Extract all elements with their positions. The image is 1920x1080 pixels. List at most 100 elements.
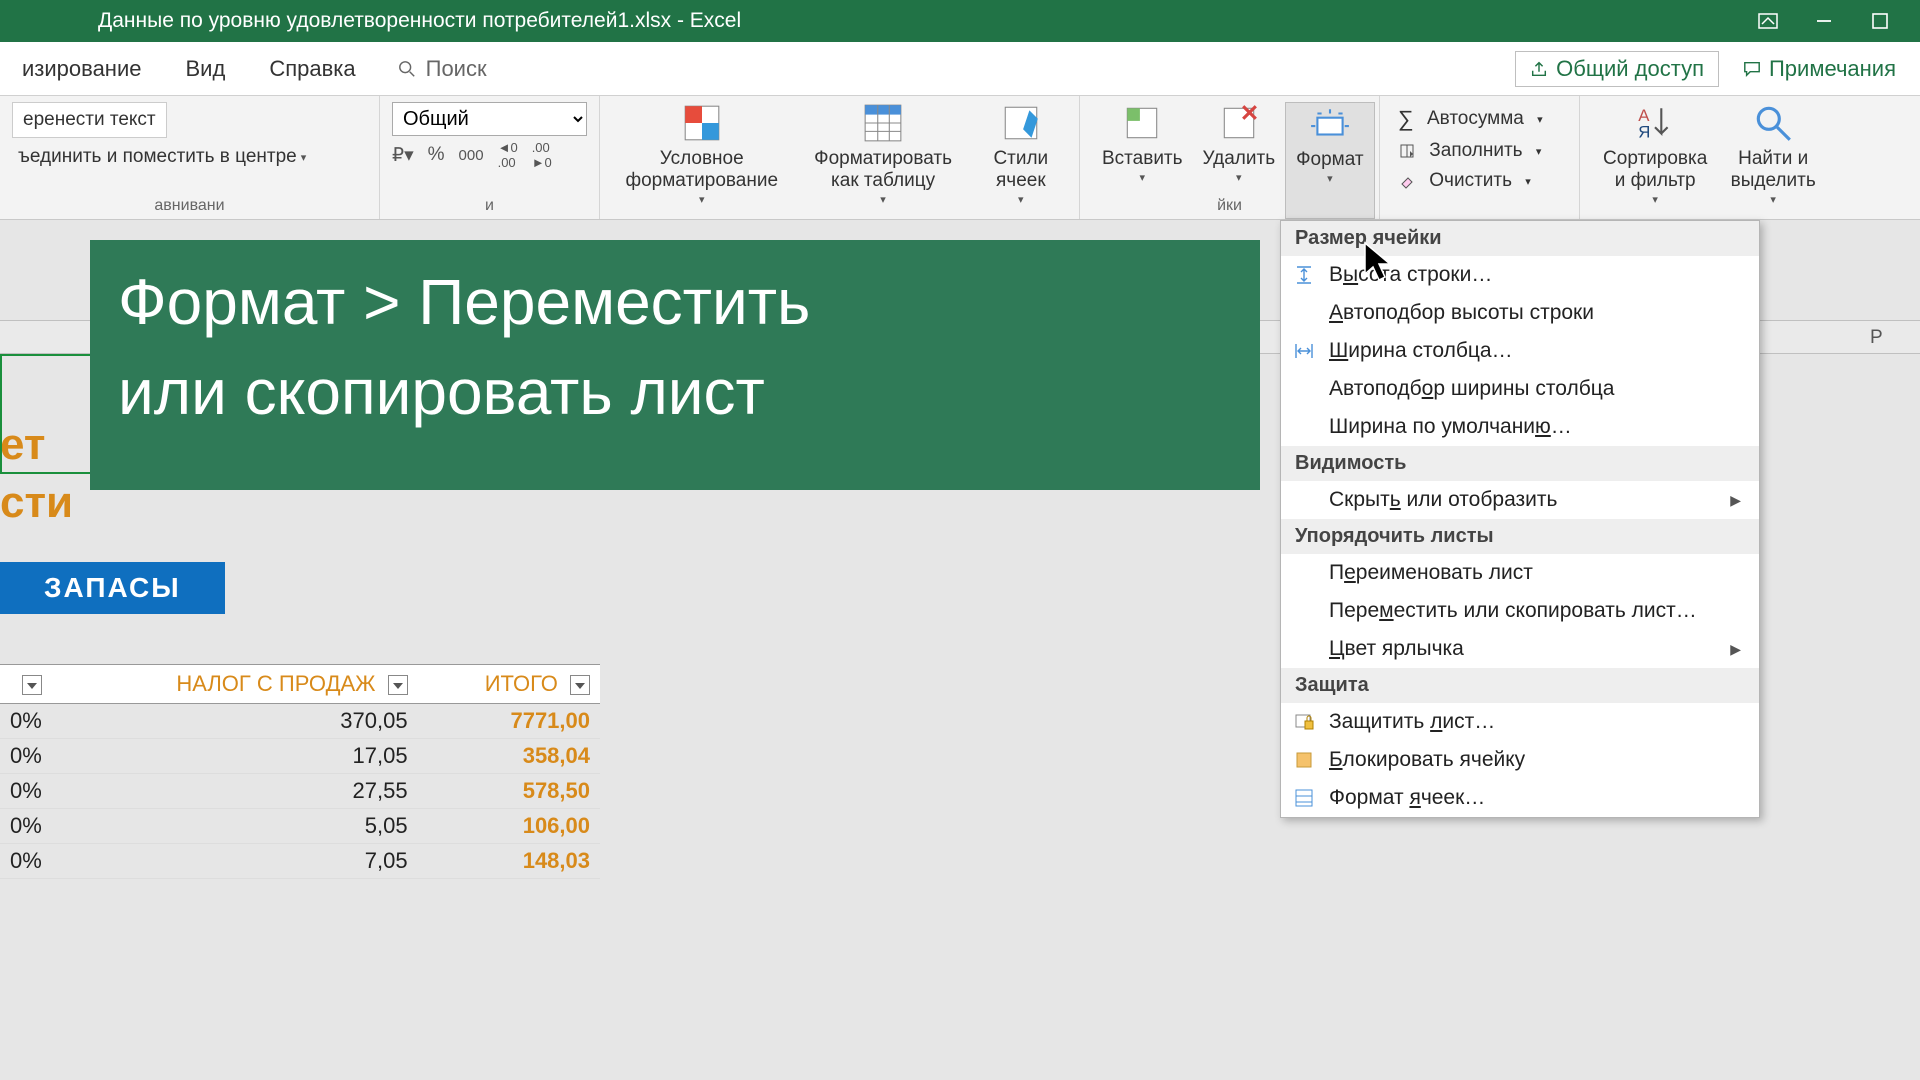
cell-styles-icon: [1000, 102, 1042, 144]
format-cells-icon: [1293, 787, 1315, 809]
menu-move-copy-sheet[interactable]: Переместить или скопировать лист…: [1281, 592, 1759, 630]
cell-tax[interactable]: 17,05: [52, 739, 418, 774]
group-label-cells: йки: [1080, 197, 1379, 215]
filter-icon[interactable]: [388, 675, 408, 695]
section-protect: Защита: [1281, 668, 1759, 703]
menu-col-width[interactable]: Ширина столбца…: [1281, 332, 1759, 370]
maximize-icon[interactable]: [1852, 0, 1908, 42]
group-styles: Условное форматирование▾ Форматировать к…: [600, 96, 1080, 219]
fill-button[interactable]: Заполнить ▾: [1392, 136, 1567, 166]
col-header-p[interactable]: P: [1870, 327, 1883, 349]
cell-styles-button[interactable]: Стили ячеек▾: [975, 102, 1067, 206]
wrap-text-button[interactable]: еренести текст: [12, 102, 167, 138]
mouse-cursor-icon: [1362, 240, 1396, 284]
sort-filter-button[interactable]: АЯ Сортировка и фильтр▾: [1592, 102, 1718, 219]
window-title: Данные по уровню удовлетворенности потре…: [98, 9, 741, 33]
cell-total[interactable]: 106,00: [418, 809, 600, 844]
group-cells: Вставить▾ Удалить▾ Формат▾ йки: [1080, 96, 1380, 219]
clear-button[interactable]: Очистить ▾: [1392, 166, 1567, 196]
find-icon: [1752, 102, 1794, 144]
cell-total[interactable]: 148,03: [418, 844, 600, 879]
table-row[interactable]: 0%17,05358,04: [0, 739, 600, 774]
group-alignment: еренести текст ъединить и поместить в це…: [0, 96, 380, 219]
cell-pct[interactable]: 0%: [0, 774, 52, 809]
cell-total[interactable]: 578,50: [418, 774, 600, 809]
cell-pct[interactable]: 0%: [0, 739, 52, 774]
menu-hide-unhide[interactable]: Скрыть или отобразить▶: [1281, 481, 1759, 519]
cell-pct[interactable]: 0%: [0, 704, 52, 739]
col-width-icon: [1293, 340, 1315, 362]
find-select-button[interactable]: Найти и выделить▾: [1718, 102, 1828, 219]
ribbon-options-icon[interactable]: [1740, 0, 1796, 42]
menu-rename-sheet[interactable]: Переименовать лист: [1281, 554, 1759, 592]
tab-visualization[interactable]: изирование: [0, 56, 164, 82]
lock-icon: [1293, 749, 1315, 771]
titlebar: Данные по уровню удовлетворенности потре…: [0, 0, 1920, 42]
menu-format-cells[interactable]: Формат ячеек…: [1281, 779, 1759, 817]
conditional-formatting-button[interactable]: Условное форматирование▾: [612, 102, 792, 206]
eraser-icon: [1398, 172, 1416, 190]
group-number: Общий ₽▾ % 000 ◄0.00 .00►0 и: [380, 96, 600, 219]
share-icon: [1530, 60, 1548, 78]
cell-total[interactable]: 7771,00: [418, 704, 600, 739]
cell-pct[interactable]: 0%: [0, 809, 52, 844]
comment-icon: [1743, 60, 1761, 78]
menu-tab-color[interactable]: Цвет ярлычка▶: [1281, 630, 1759, 668]
format-icon: [1309, 103, 1351, 145]
menu-autofit-row[interactable]: Автоподбор высоты строки: [1281, 294, 1759, 332]
cell-tax[interactable]: 5,05: [52, 809, 418, 844]
section-organize: Упорядочить листы: [1281, 519, 1759, 554]
cell-total[interactable]: 358,04: [418, 739, 600, 774]
menu-autofit-col[interactable]: Автоподбор ширины столбца: [1281, 370, 1759, 408]
section-cell-size: Размер ячейки: [1281, 221, 1759, 256]
currency-icon[interactable]: ₽▾: [392, 144, 414, 167]
cell-pct[interactable]: 0%: [0, 844, 52, 879]
search-placeholder: Поиск: [426, 56, 487, 82]
table-row[interactable]: 0%27,55578,50: [0, 774, 600, 809]
menu-row-height[interactable]: Высота строки…: [1281, 256, 1759, 294]
format-dropdown: Размер ячейки Высота строки… Автоподбор …: [1280, 220, 1760, 818]
cell-tax[interactable]: 7,05: [52, 844, 418, 879]
minimize-icon[interactable]: [1796, 0, 1852, 42]
col-tax[interactable]: НАЛОГ С ПРОДАЖ: [52, 665, 418, 704]
group-label-alignment: авнивани: [0, 197, 379, 215]
row-height-icon: [1293, 264, 1315, 286]
menu-protect-sheet[interactable]: Защитить лист…: [1281, 703, 1759, 741]
menu-default-width[interactable]: Ширина по умолчанию…: [1281, 408, 1759, 446]
cell-tax[interactable]: 370,05: [52, 704, 418, 739]
delete-icon: [1218, 102, 1260, 144]
group-sort-find: АЯ Сортировка и фильтр▾ Найти и выделить…: [1580, 96, 1840, 219]
filter-icon[interactable]: [22, 675, 42, 695]
increase-decimal-icon[interactable]: .00►0: [532, 140, 552, 170]
percent-icon[interactable]: %: [428, 144, 445, 166]
col-total[interactable]: ИТОГО: [418, 665, 600, 704]
table-row[interactable]: 0%7,05148,03: [0, 844, 600, 879]
table-row[interactable]: 0%370,057771,00: [0, 704, 600, 739]
comments-button[interactable]: Примечания: [1729, 52, 1910, 86]
thousands-icon[interactable]: 000: [459, 147, 484, 164]
table-row[interactable]: 0%5,05106,00: [0, 809, 600, 844]
autosum-button[interactable]: ∑ Автосумма ▾: [1392, 102, 1567, 136]
search-box[interactable]: Поиск: [378, 56, 507, 82]
table-icon: [862, 102, 904, 144]
cell-tax[interactable]: 27,55: [52, 774, 418, 809]
menu-lock-cell[interactable]: Блокировать ячейку: [1281, 741, 1759, 779]
ribbon: еренести текст ъединить и поместить в це…: [0, 96, 1920, 220]
cond-format-icon: [681, 102, 723, 144]
zapasy-chip[interactable]: ЗАПАСЫ: [0, 562, 225, 614]
search-icon: [398, 60, 416, 78]
insert-icon: [1121, 102, 1163, 144]
group-label-number: и: [380, 197, 599, 215]
merge-center-button[interactable]: ъединить и поместить в центре ▾: [12, 142, 312, 172]
format-as-table-button[interactable]: Форматировать как таблицу▾: [792, 102, 975, 206]
number-format-select[interactable]: Общий: [392, 102, 587, 136]
group-editing-buttons: ∑ Автосумма ▾ Заполнить ▾ Очистить ▾: [1380, 96, 1580, 219]
decrease-decimal-icon[interactable]: ◄0.00: [498, 140, 518, 170]
svg-text:Я: Я: [1638, 123, 1650, 142]
section-visibility: Видимость: [1281, 446, 1759, 481]
tab-view[interactable]: Вид: [164, 56, 248, 82]
tab-help[interactable]: Справка: [247, 56, 377, 82]
share-button[interactable]: Общий доступ: [1515, 51, 1719, 87]
sort-icon: АЯ: [1634, 102, 1676, 144]
filter-icon[interactable]: [570, 675, 590, 695]
